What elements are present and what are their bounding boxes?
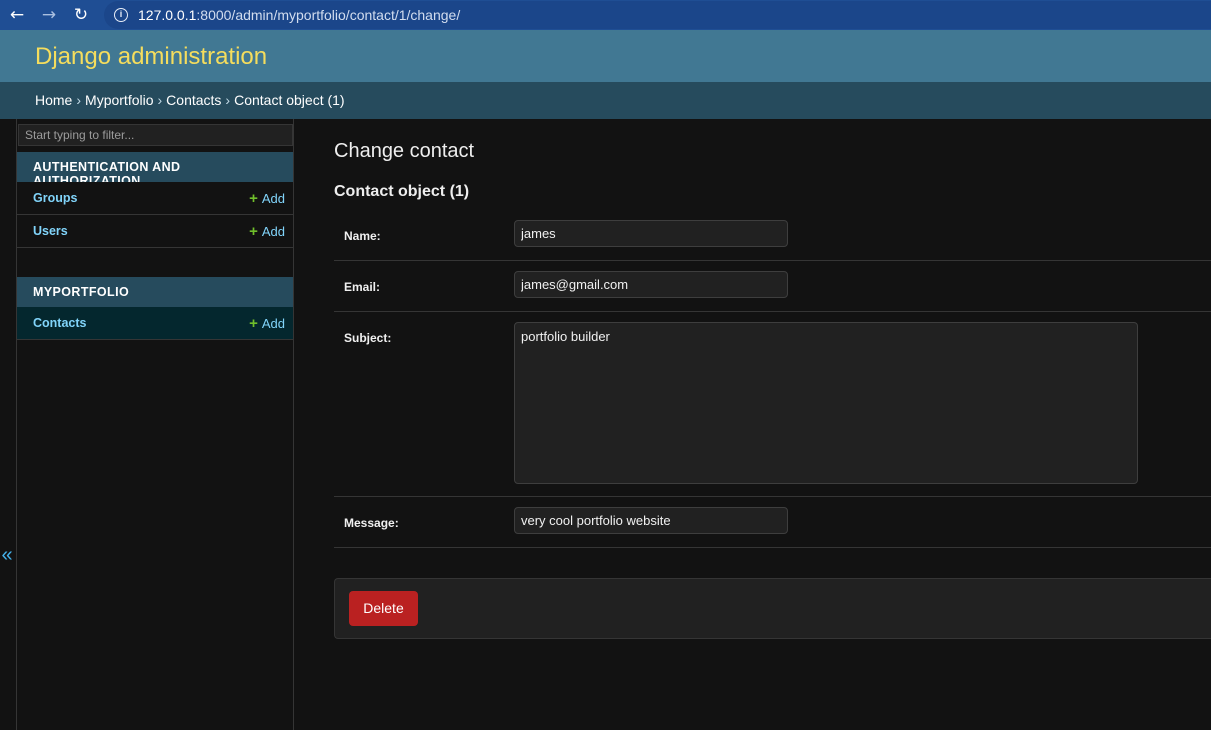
site-brand[interactable]: Django administration	[35, 43, 267, 71]
add-contacts-link[interactable]: + Add	[249, 315, 285, 332]
add-label: Add	[261, 191, 285, 206]
sidebar-item-contacts: Contacts + Add	[17, 307, 293, 340]
add-groups-link[interactable]: + Add	[249, 190, 285, 207]
sidebar-item-groups-link[interactable]: Groups	[33, 191, 77, 205]
reload-icon[interactable]: ↻	[70, 4, 92, 26]
address-bar[interactable]: i 127.0.0.1:8000/admin/myportfolio/conta…	[104, 1, 1211, 29]
url-host: 127.0.0.1	[138, 7, 197, 23]
breadcrumb-current: Contact object (1)	[234, 92, 345, 108]
email-label: Email:	[344, 280, 381, 294]
plus-icon: +	[249, 190, 258, 207]
plus-icon: +	[249, 223, 258, 240]
form-row-email: Email:	[334, 261, 1211, 312]
page-title: Change contact	[334, 140, 475, 162]
breadcrumb-model[interactable]: Contacts	[166, 92, 221, 108]
breadcrumb-separator: ›	[225, 92, 231, 108]
name-field[interactable]	[514, 220, 788, 247]
email-field[interactable]	[514, 271, 788, 298]
plus-icon: +	[249, 315, 258, 332]
forward-arrow-icon[interactable]: →	[38, 4, 60, 26]
main-content: Change contact Contact object (1) Name: …	[294, 119, 1211, 730]
message-label: Message:	[344, 516, 399, 530]
collapse-sidebar-icon[interactable]: «	[0, 543, 14, 567]
browser-toolbar: ← → ↻ i 127.0.0.1:8000/admin/myportfolio…	[0, 0, 1211, 30]
object-title: Contact object (1)	[334, 183, 470, 200]
sidebar-item-groups: Groups + Add	[17, 182, 293, 215]
add-label: Add	[261, 224, 285, 239]
sidebar-item-users: Users + Add	[17, 215, 293, 248]
subject-label: Subject:	[344, 331, 392, 345]
module-caption-auth[interactable]: AUTHENTICATION AND AUTHORIZATION	[17, 152, 293, 188]
subject-textarea[interactable]: portfolio builder	[514, 322, 1138, 484]
sidebar-item-users-link[interactable]: Users	[33, 224, 68, 238]
sidebar-toggle[interactable]: «	[0, 119, 17, 730]
info-icon[interactable]: i	[114, 8, 128, 22]
sidebar-item-contacts-link[interactable]: Contacts	[33, 316, 86, 330]
breadcrumb-separator: ›	[76, 92, 82, 108]
form-row-message: Message:	[334, 497, 1211, 548]
delete-button[interactable]: Delete	[349, 591, 418, 626]
add-users-link[interactable]: + Add	[249, 223, 285, 240]
form-row-subject: Subject: portfolio builder	[334, 312, 1211, 497]
module-caption-myportfolio[interactable]: MYPORTFOLIO	[17, 277, 293, 307]
form-row-name: Name:	[334, 211, 1211, 261]
back-arrow-icon[interactable]: ←	[6, 4, 28, 26]
breadcrumb-separator: ›	[157, 92, 163, 108]
breadcrumb-home[interactable]: Home	[35, 92, 72, 108]
add-label: Add	[261, 316, 285, 331]
submit-row: Delete	[334, 578, 1211, 639]
breadcrumb: Home › Myportfolio › Contacts › Contact object…	[0, 82, 1211, 119]
name-label: Name:	[344, 229, 381, 243]
message-field[interactable]	[514, 507, 788, 534]
url-text[interactable]: 127.0.0.1:8000/admin/myportfolio/contact…	[138, 7, 460, 23]
breadcrumb-app[interactable]: Myportfolio	[85, 92, 153, 108]
url-path: :8000/admin/myportfolio/contact/1/change…	[196, 7, 461, 23]
sidebar-filter-input[interactable]	[18, 124, 293, 146]
nav-sidebar: AUTHENTICATION AND AUTHORIZATION Groups …	[17, 119, 294, 730]
site-header: Django administration	[0, 30, 1211, 82]
